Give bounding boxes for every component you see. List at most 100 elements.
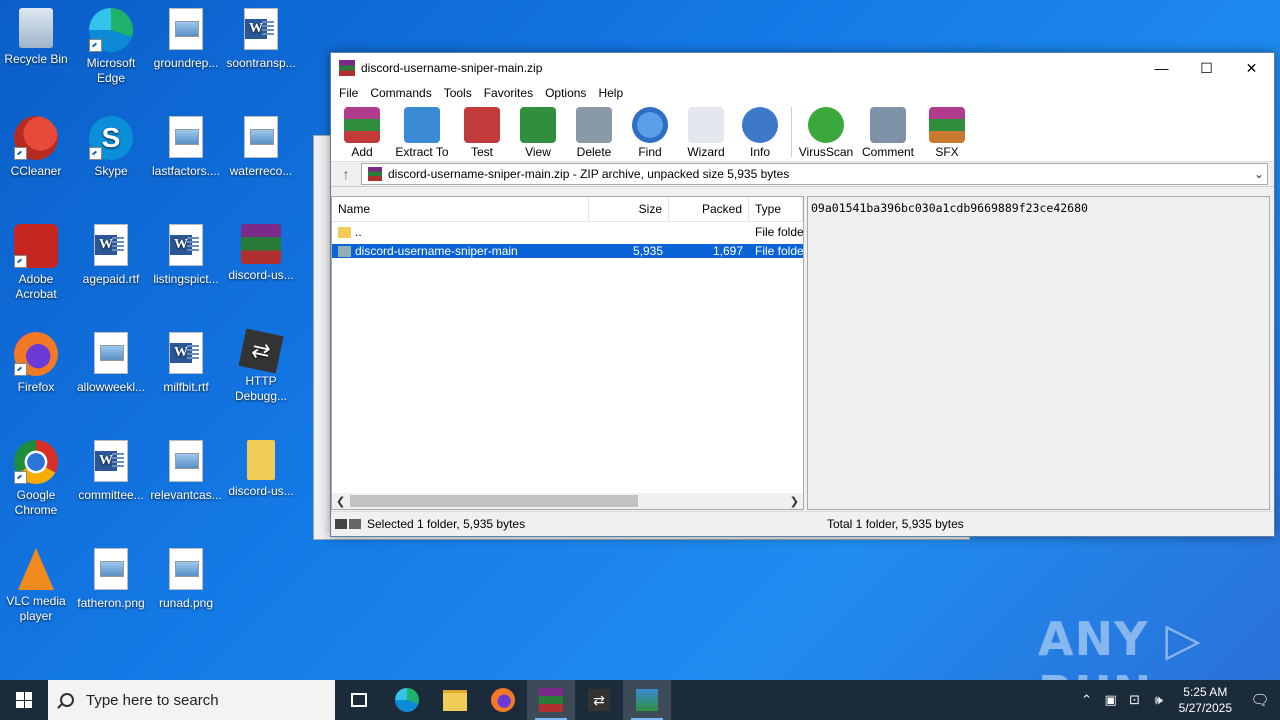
folder-icon: [247, 440, 275, 480]
taskbar-http-debugger[interactable]: ⇄: [575, 680, 623, 720]
task-view-button[interactable]: [335, 680, 383, 720]
desktop-icon-milfbit[interactable]: W milfbit.rtf: [150, 332, 222, 395]
network-device-icon[interactable]: ▣: [1099, 692, 1123, 708]
table-row[interactable]: .. File folde: [332, 222, 803, 241]
taskbar-app[interactable]: [623, 680, 671, 720]
minimize-button[interactable]: —: [1139, 53, 1184, 83]
desktop-icon-waterreco[interactable]: waterreco...: [225, 116, 297, 179]
add-icon: [344, 107, 380, 143]
up-arrow-icon[interactable]: ↑: [331, 166, 361, 182]
menu-tools[interactable]: Tools: [438, 86, 478, 100]
notification-icon[interactable]: 🗨: [1240, 691, 1280, 709]
desktop-icon-discord-folder[interactable]: discord-us...: [225, 440, 297, 499]
http-debugger-icon: ⇄: [588, 689, 610, 711]
desktop-icon-label: VLC media player: [6, 594, 66, 623]
network-icon[interactable]: ⊡: [1123, 692, 1147, 708]
desktop-icon-label: agepaid.rtf: [82, 272, 140, 286]
word-document-icon: W: [239, 8, 283, 52]
winrar-icon: [339, 60, 355, 76]
desktop-icon-agepaid[interactable]: W agepaid.rtf: [75, 224, 147, 287]
vertical-scrollbar[interactable]: [1253, 197, 1269, 509]
menu-commands[interactable]: Commands: [364, 86, 437, 100]
desktop-icon-firefox[interactable]: Firefox: [0, 332, 72, 395]
maximize-button[interactable]: ☐: [1184, 53, 1229, 83]
desktop-icon-fatheron[interactable]: fatheron.png: [75, 548, 147, 611]
clock-time: 5:25 AM: [1183, 685, 1228, 699]
desktop-icon-http-debugger[interactable]: ⇄ HTTP Debugg...: [225, 328, 297, 404]
scroll-thumb[interactable]: [350, 495, 638, 507]
menu-help[interactable]: Help: [592, 86, 629, 100]
desktop-icon-skype[interactable]: S Skype: [75, 116, 147, 179]
row-name-cell: ..: [332, 225, 589, 239]
volume-icon[interactable]: 🕪: [1147, 692, 1171, 708]
column-type[interactable]: Type: [749, 197, 803, 221]
image-file-icon: [164, 440, 208, 484]
column-packed[interactable]: Packed: [669, 197, 749, 221]
test-button[interactable]: Test: [457, 103, 507, 159]
desktop-icon-allowweekl[interactable]: allowweekl...: [75, 332, 147, 395]
sfx-icon: [929, 107, 965, 143]
desktop-icon-lastfactors[interactable]: lastfactors....: [150, 116, 222, 179]
status-bar: Selected 1 folder, 5,935 bytes Total 1 f…: [331, 511, 1274, 536]
desktop-icon-adobe-acrobat[interactable]: Adobe Acrobat: [0, 224, 72, 302]
desktop-icon-label: lastfactors....: [151, 164, 221, 178]
horizontal-scrollbar[interactable]: ❮ ❯: [332, 493, 803, 509]
menu-options[interactable]: Options: [539, 86, 592, 100]
desktop-icon-google-chrome[interactable]: Google Chrome: [0, 440, 72, 518]
taskbar-edge[interactable]: [383, 680, 431, 720]
search-box[interactable]: Type here to search: [48, 680, 335, 720]
taskbar-winrar[interactable]: [527, 680, 575, 720]
chevron-down-icon[interactable]: ⌄: [1251, 167, 1267, 181]
desktop-icon-runad[interactable]: runad.png: [150, 548, 222, 611]
scroll-right-icon[interactable]: ❯: [790, 495, 799, 508]
desktop-icon-edge[interactable]: Microsoft Edge: [75, 8, 147, 86]
close-button[interactable]: ✕: [1229, 53, 1274, 83]
desktop-icon-recycle-bin[interactable]: Recycle Bin: [0, 8, 72, 67]
menu-bar: File Commands Tools Favorites Options He…: [331, 83, 1274, 103]
title-bar[interactable]: discord-username-sniper-main.zip — ☐ ✕: [331, 53, 1274, 83]
row-packed-cell: 1,697: [669, 243, 749, 258]
comment-button[interactable]: Comment: [860, 103, 916, 159]
desktop-icon-vlc[interactable]: VLC media player: [0, 548, 72, 624]
delete-button[interactable]: Delete: [569, 103, 619, 159]
desktop-icon-discord-zip[interactable]: discord-us...: [225, 224, 297, 283]
virusscan-icon: [808, 107, 844, 143]
sfx-button[interactable]: SFX: [922, 103, 972, 159]
add-button[interactable]: Add: [337, 103, 387, 159]
taskbar-firefox[interactable]: [479, 680, 527, 720]
column-size[interactable]: Size: [589, 197, 669, 221]
file-list: Name Size Packed Type .. File folde disc…: [331, 196, 804, 510]
desktop-icon-groundrep[interactable]: groundrep...: [150, 8, 222, 71]
virusscan-button[interactable]: VirusScan: [798, 103, 854, 159]
drive-icon[interactable]: [335, 519, 361, 529]
menu-favorites[interactable]: Favorites: [478, 86, 539, 100]
desktop-icon-label: allowweekl...: [76, 380, 146, 394]
scroll-left-icon[interactable]: ❮: [336, 495, 345, 508]
winrar-window: discord-username-sniper-main.zip — ☐ ✕ F…: [330, 52, 1275, 537]
ccleaner-icon: [14, 116, 58, 160]
info-button[interactable]: Info: [737, 103, 783, 159]
clock[interactable]: 5:25 AM 5/27/2025: [1179, 684, 1232, 716]
taskbar-file-explorer[interactable]: [431, 680, 479, 720]
desktop-icon-relevantcas[interactable]: relevantcas...: [150, 440, 222, 503]
http-debugger-icon: ⇄: [238, 328, 284, 374]
menu-file[interactable]: File: [333, 86, 364, 100]
desktop-icon-ccleaner[interactable]: CCleaner: [0, 116, 72, 179]
chevron-up-icon[interactable]: ⌃: [1075, 692, 1099, 708]
column-name[interactable]: Name: [332, 197, 589, 221]
start-button[interactable]: [0, 680, 48, 720]
desktop-icon-label: Recycle Bin: [4, 52, 68, 66]
desktop-icon-committee[interactable]: W committee...: [75, 440, 147, 503]
desktop-icon-soontransp[interactable]: W soontransp...: [225, 8, 297, 71]
image-file-icon: [164, 8, 208, 52]
system-tray: ⌃ ▣ ⊡ 🕪 5:25 AM 5/27/2025 🗨: [1075, 684, 1280, 716]
view-button[interactable]: View: [513, 103, 563, 159]
wizard-button[interactable]: Wizard: [681, 103, 731, 159]
find-button[interactable]: Find: [625, 103, 675, 159]
desktop-icon-listingspict[interactable]: W listingspict...: [150, 224, 222, 287]
extract-to-button[interactable]: Extract To: [393, 103, 451, 159]
desktop-icon-label: Adobe Acrobat: [15, 272, 57, 301]
delete-icon: [576, 107, 612, 143]
address-field[interactable]: discord-username-sniper-main.zip - ZIP a…: [361, 163, 1268, 185]
table-row-selected[interactable]: discord-username-sniper-main 5,935 1,697…: [332, 241, 803, 260]
